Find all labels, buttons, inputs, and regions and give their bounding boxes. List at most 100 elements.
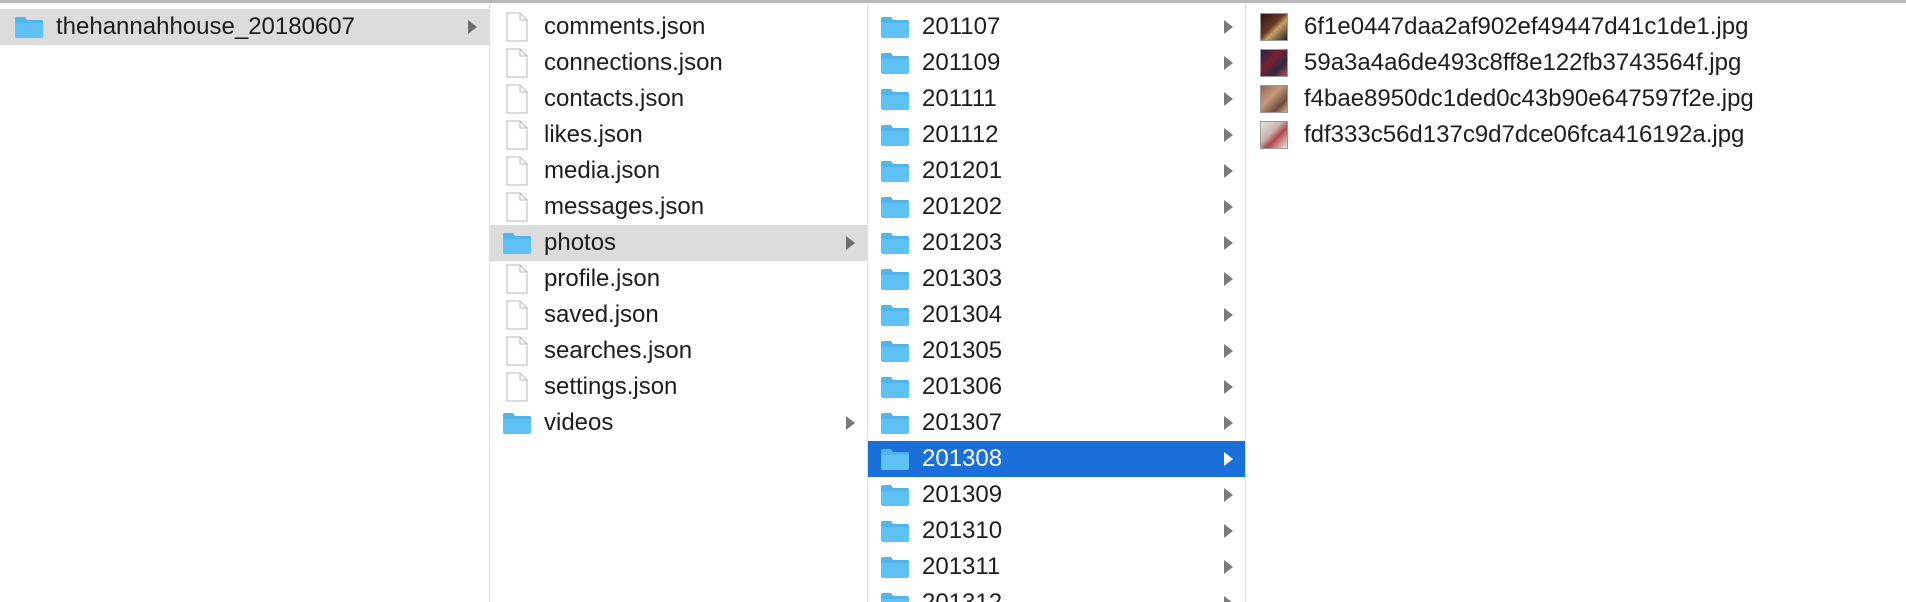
image-thumbnail-icon [1260,121,1288,149]
item-label: 201112 [922,121,999,148]
root-item-thehannahhouse-20180607[interactable]: thehannahhouse_20180607 [0,9,489,45]
photos-item-201305[interactable]: 201305 [868,333,1245,369]
disclosure-arrow-icon [1224,524,1233,538]
item-label: 201307 [922,409,1003,436]
disclosure-arrow-icon [1224,200,1233,214]
column-root-list: thehannahhouse_20180607 [0,9,489,45]
document-icon [500,300,534,330]
item-label: saved.json [544,301,659,328]
photos-item-201201[interactable]: 201201 [868,153,1245,189]
folder-icon [878,408,912,438]
disclosure-arrow-icon [1224,56,1233,70]
image-thumbnail-icon [1260,13,1288,41]
image-item-59a3a4a6de493c8ff8e122fb3743564f-jpg[interactable]: 59a3a4a6de493c8ff8e122fb3743564f.jpg [1246,45,1906,81]
photos-item-201303[interactable]: 201303 [868,261,1245,297]
export-item-media-json[interactable]: media.json [490,153,867,189]
column-root[interactable]: thehannahhouse_20180607 [0,3,490,602]
item-label: thehannahhouse_20180607 [56,13,355,40]
item-label: settings.json [544,373,678,400]
photos-item-201311[interactable]: 201311 [868,549,1245,585]
folder-icon [878,12,912,42]
disclosure-arrow-icon [1224,92,1233,106]
photos-item-201304[interactable]: 201304 [868,297,1245,333]
item-label: 6f1e0447daa2af902ef49447d41c1de1.jpg [1304,13,1749,40]
photos-item-201111[interactable]: 201111 [868,81,1245,117]
disclosure-arrow-icon [1224,272,1233,286]
image-item-fdf333c56d137c9d7dce06fca416192a-jpg[interactable]: fdf333c56d137c9d7dce06fca416192a.jpg [1246,117,1906,153]
photos-item-201202[interactable]: 201202 [868,189,1245,225]
folder-icon [878,228,912,258]
folder-icon [878,120,912,150]
image-thumbnail-icon [1260,85,1288,113]
item-label: 201303 [922,265,1003,292]
disclosure-arrow-icon [1224,416,1233,430]
item-label: 201310 [922,517,1003,544]
column-browser: thehannahhouse_20180607 comments.json con… [0,0,1906,602]
item-label: 201202 [922,193,1003,220]
photos-item-201307[interactable]: 201307 [868,405,1245,441]
item-label: fdf333c56d137c9d7dce06fca416192a.jpg [1304,121,1745,148]
column-export[interactable]: comments.json connections.json contacts.js… [490,3,868,602]
document-icon [500,156,534,186]
export-item-videos[interactable]: videos [490,405,867,441]
export-item-searches-json[interactable]: searches.json [490,333,867,369]
photos-item-201310[interactable]: 201310 [868,513,1245,549]
document-icon [500,120,534,150]
column-201308-list: 6f1e0447daa2af902ef49447d41c1de1.jpg 59a3… [1246,9,1906,153]
photos-item-201203[interactable]: 201203 [868,225,1245,261]
disclosure-arrow-icon [1224,596,1233,602]
photos-item-201309[interactable]: 201309 [868,477,1245,513]
document-icon [500,12,534,42]
export-item-saved-json[interactable]: saved.json [490,297,867,333]
disclosure-arrow-icon [1224,308,1233,322]
folder-icon [878,588,912,602]
export-item-profile-json[interactable]: profile.json [490,261,867,297]
export-item-connections-json[interactable]: connections.json [490,45,867,81]
disclosure-arrow-icon [846,236,855,250]
item-label: 201311 [922,553,1001,580]
item-label: 201201 [922,157,1003,184]
export-item-photos[interactable]: photos [490,225,867,261]
export-item-messages-json[interactable]: messages.json [490,189,867,225]
item-label: profile.json [544,265,661,292]
export-item-comments-json[interactable]: comments.json [490,9,867,45]
folder-icon [878,372,912,402]
disclosure-arrow-icon [1224,20,1233,34]
export-item-likes-json[interactable]: likes.json [490,117,867,153]
item-label: likes.json [544,121,643,148]
item-label: 201308 [922,445,1003,472]
item-label: 201111 [922,85,997,112]
item-label: connections.json [544,49,723,76]
folder-icon [878,156,912,186]
disclosure-arrow-icon [1224,128,1233,142]
item-label: 59a3a4a6de493c8ff8e122fb3743564f.jpg [1304,49,1742,76]
item-label: media.json [544,157,661,184]
column-export-list: comments.json connections.json contacts.js… [490,9,867,441]
image-thumbnail-icon [1260,49,1288,77]
photos-item-201112[interactable]: 201112 [868,117,1245,153]
photos-item-201107[interactable]: 201107 [868,9,1245,45]
item-label: f4bae8950dc1ded0c43b90e647597f2e.jpg [1304,85,1754,112]
folder-icon [878,192,912,222]
folder-icon [878,48,912,78]
disclosure-arrow-icon [1224,560,1233,574]
export-item-settings-json[interactable]: settings.json [490,369,867,405]
column-201308[interactable]: 6f1e0447daa2af902ef49447d41c1de1.jpg 59a3… [1246,3,1906,602]
item-label: 201109 [922,49,1001,76]
folder-icon [878,336,912,366]
image-item-6f1e0447daa2af902ef49447d41c1de1-jpg[interactable]: 6f1e0447daa2af902ef49447d41c1de1.jpg [1246,9,1906,45]
disclosure-arrow-icon [1224,164,1233,178]
document-icon [500,336,534,366]
photos-item-201308[interactable]: 201308 [868,441,1245,477]
document-icon [500,48,534,78]
column-photos[interactable]: 201107 201109 201111 201112 201201 201202 2012… [868,3,1246,602]
folder-icon [878,480,912,510]
image-item-f4bae8950dc1ded0c43b90e647597f2e-jpg[interactable]: f4bae8950dc1ded0c43b90e647597f2e.jpg [1246,81,1906,117]
photos-item-201306[interactable]: 201306 [868,369,1245,405]
photos-item-201312[interactable]: 201312 [868,585,1245,602]
disclosure-arrow-icon [1224,488,1233,502]
item-label: comments.json [544,13,706,40]
export-item-contacts-json[interactable]: contacts.json [490,81,867,117]
item-label: 201304 [922,301,1003,328]
photos-item-201109[interactable]: 201109 [868,45,1245,81]
